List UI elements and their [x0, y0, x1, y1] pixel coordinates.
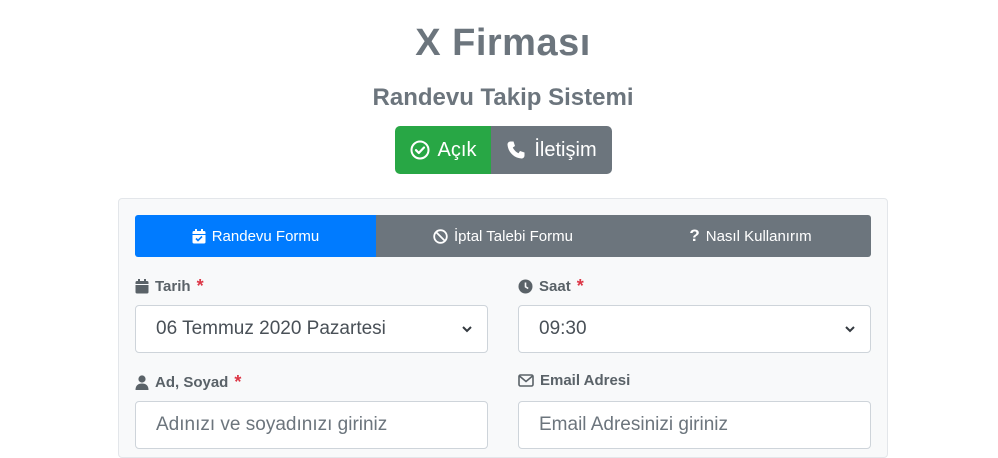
ban-icon: [433, 228, 448, 244]
tab-how-to-use[interactable]: ? Nasıl Kullanırım: [630, 215, 871, 257]
user-icon: [135, 375, 149, 390]
tab-cancel-request-form[interactable]: İptal Talebi Formu: [376, 215, 630, 257]
date-select-value: 06 Temmuz 2020 Pazartesi: [156, 318, 386, 339]
tab-appointment-form[interactable]: Randevu Formu: [135, 215, 376, 257]
contact-label: İletişim: [534, 138, 597, 161]
question-icon: ?: [689, 226, 700, 245]
check-circle-icon: [410, 140, 430, 160]
clock-icon: [518, 279, 533, 294]
email-input-placeholder: Email Adresinizi giriniz: [539, 414, 729, 435]
email-label: Email Adresi: [518, 372, 630, 389]
phone-icon: [506, 140, 526, 160]
form-tabs: Randevu Formu İptal Talebi Formu ? Nasıl…: [135, 215, 871, 257]
date-label: Tarih *: [135, 276, 204, 297]
tab-how-to-label: Nasıl Kullanırım: [705, 227, 812, 245]
required-mark: *: [576, 276, 584, 296]
time-select[interactable]: 09:30: [518, 305, 871, 353]
name-input-placeholder: Adınızı ve soyadınızı giriniz: [156, 414, 388, 435]
required-mark: *: [234, 372, 242, 392]
name-input[interactable]: Adınızı ve soyadınızı giriniz: [135, 401, 488, 449]
time-label-text: Saat: [539, 278, 571, 295]
page-title: X Firması: [415, 22, 591, 64]
name-label: Ad, Soyad *: [135, 372, 241, 393]
tab-appointment-label: Randevu Formu: [211, 227, 320, 245]
page-subtitle: Randevu Takip Sistemi: [372, 84, 634, 111]
contact-button[interactable]: İletişim: [491, 126, 612, 174]
status-button-group: Açık İletişim: [395, 126, 612, 174]
time-label: Saat *: [518, 276, 584, 297]
calendar-check-icon: [192, 228, 206, 244]
date-label-text: Tarih: [155, 278, 191, 295]
tab-cancel-label: İptal Talebi Formu: [454, 227, 573, 245]
open-status-label: Açık: [437, 138, 477, 161]
email-label-text: Email Adresi: [540, 372, 631, 389]
required-mark: *: [196, 276, 204, 296]
calendar-icon: [135, 279, 149, 294]
envelope-icon: [518, 374, 534, 387]
name-label-text: Ad, Soyad: [155, 374, 229, 391]
email-input[interactable]: Email Adresinizi giriniz: [518, 401, 871, 449]
date-select[interactable]: 06 Temmuz 2020 Pazartesi: [135, 305, 488, 353]
chevron-down-icon: [844, 323, 856, 335]
time-select-value: 09:30: [539, 318, 587, 339]
open-status-button[interactable]: Açık: [395, 126, 491, 174]
chevron-down-icon: [461, 323, 473, 335]
